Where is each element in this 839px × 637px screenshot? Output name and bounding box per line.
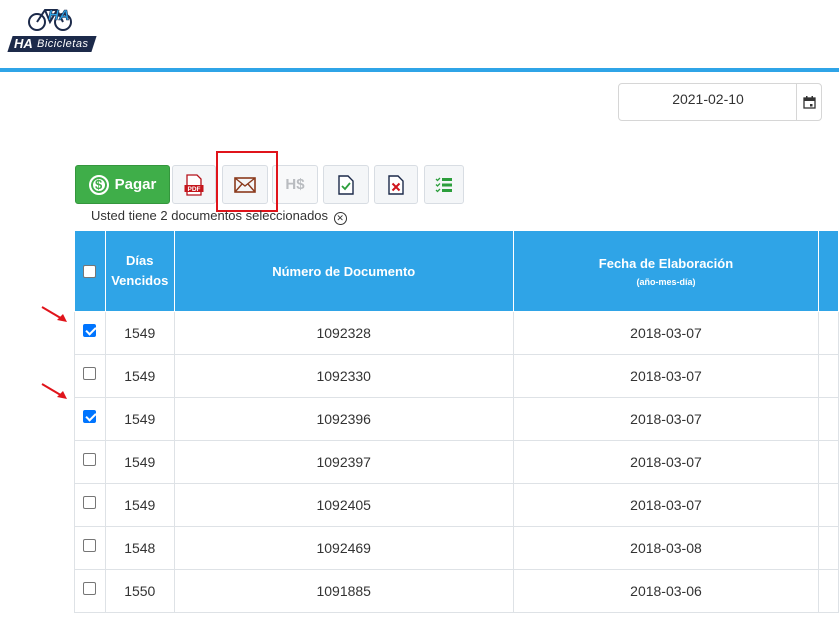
header-numero-documento[interactable]: Número de Documento <box>173 230 514 312</box>
fecha-cell: 2018-03-07 <box>512 354 820 398</box>
approve-document-button[interactable] <box>323 165 369 204</box>
arrow-icon <box>41 306 67 322</box>
dias-cell: 1549 <box>104 311 175 355</box>
reject-document-button[interactable] <box>374 165 418 204</box>
fecha-cell: 2018-03-07 <box>512 483 820 527</box>
header-fecha-elaboracion[interactable]: Fecha de Elaboración (año-mes-día) <box>512 230 820 312</box>
table-row[interactable]: 1549 1092396 2018-03-07 <box>74 397 839 441</box>
row-checkbox[interactable] <box>83 452 97 466</box>
extra-cell <box>818 354 839 398</box>
numero-cell: 1091885 <box>173 569 514 613</box>
numero-cell: 1092330 <box>173 354 514 398</box>
svg-text:PDF: PDF <box>188 186 201 193</box>
close-circle-icon[interactable]: ✕ <box>333 212 347 225</box>
select-all-checkbox[interactable] <box>83 265 97 279</box>
arrow-icon <box>41 383 67 399</box>
numero-cell: 1092328 <box>173 311 514 355</box>
numero-cell: 1092469 <box>173 526 514 570</box>
extra-cell <box>818 569 839 613</box>
header-numero-label: Número de Documento <box>272 263 416 279</box>
numero-cell: 1092396 <box>173 397 514 441</box>
bicycle-icon: HA <box>28 7 72 31</box>
fecha-cell: 2018-03-07 <box>512 397 820 441</box>
row-select-cell <box>74 483 106 527</box>
table-row[interactable]: 1550 1091885 2018-03-06 <box>74 569 839 613</box>
header-fecha-format: (año-mes-día) <box>636 276 696 287</box>
pdf-button[interactable]: PDF <box>172 165 216 204</box>
brand-mark: HA <box>14 36 33 51</box>
table-row[interactable]: 1548 1092469 2018-03-08 <box>74 526 839 570</box>
table-row[interactable]: 1549 1092328 2018-03-07 <box>74 311 839 355</box>
select-all-header <box>74 230 106 312</box>
table-row[interactable]: 1549 1092397 2018-03-07 <box>74 440 839 484</box>
row-checkbox[interactable] <box>83 323 97 337</box>
email-button-highlight <box>216 151 278 212</box>
dias-cell: 1549 <box>104 440 175 484</box>
pdf-icon: PDF <box>184 173 204 196</box>
brand-name: Bicicletas <box>37 38 89 50</box>
row-checkbox[interactable] <box>83 409 97 423</box>
row-select-cell <box>74 526 106 570</box>
selection-status: Usted tiene 2 documentos seleccionados ✕ <box>91 208 347 225</box>
selection-message: Usted tiene 2 documentos seleccionados <box>91 208 329 223</box>
extra-cell <box>818 311 839 355</box>
documents-table: Días Vencidos Número de Documento Fecha … <box>74 230 839 613</box>
row-checkbox[interactable] <box>83 538 97 552</box>
dias-cell: 1549 <box>104 354 175 398</box>
row-checkbox[interactable] <box>83 366 97 380</box>
fecha-cell: 2018-03-07 <box>512 440 820 484</box>
fecha-cell: 2018-03-08 <box>512 526 820 570</box>
row-select-cell <box>74 569 106 613</box>
document-check-icon <box>338 174 354 195</box>
dias-cell: 1549 <box>104 397 175 441</box>
row-checkbox[interactable] <box>83 495 97 509</box>
hs-button-label: H$ <box>285 176 305 193</box>
date-input[interactable]: 2021-02-10 <box>619 84 797 120</box>
header: HA HA Bicicletas <box>0 0 839 69</box>
numero-cell: 1092397 <box>173 440 514 484</box>
row-select-cell <box>74 440 106 484</box>
dias-cell: 1549 <box>104 483 175 527</box>
header-dias-label: Días Vencidos <box>111 253 169 288</box>
header-next-column <box>818 230 839 312</box>
hs-button[interactable]: H$ <box>272 165 318 204</box>
fecha-cell: 2018-03-07 <box>512 311 820 355</box>
extra-cell <box>818 440 839 484</box>
header-divider <box>0 68 839 72</box>
fecha-cell: 2018-03-06 <box>512 569 820 613</box>
pay-button-label: Pagar <box>114 176 157 193</box>
row-select-cell <box>74 311 106 355</box>
date-picker[interactable]: 2021-02-10 <box>618 83 822 121</box>
table-header-row: Días Vencidos Número de Documento Fecha … <box>74 230 839 312</box>
extra-cell <box>818 397 839 441</box>
dollar-coin-icon: $ <box>88 174 109 195</box>
extra-cell <box>818 483 839 527</box>
document-x-icon <box>388 174 404 195</box>
pay-button[interactable]: $ Pagar <box>75 165 170 204</box>
dias-cell: 1548 <box>104 526 175 570</box>
calendar-icon <box>803 95 816 109</box>
calendar-button[interactable] <box>796 84 822 120</box>
dias-cell: 1550 <box>104 569 175 613</box>
brand-logo[interactable]: HA HA Bicicletas <box>7 4 97 52</box>
row-select-cell <box>74 354 106 398</box>
table-row[interactable]: 1549 1092330 2018-03-07 <box>74 354 839 398</box>
extra-cell <box>818 526 839 570</box>
row-select-cell <box>74 397 106 441</box>
row-checkbox[interactable] <box>83 581 97 595</box>
header-fecha-label: Fecha de Elaboración <box>598 255 734 271</box>
checklist-button[interactable] <box>424 165 464 204</box>
table-row[interactable]: 1549 1092405 2018-03-07 <box>74 483 839 527</box>
svg-text:HA: HA <box>48 7 70 24</box>
numero-cell: 1092405 <box>173 483 514 527</box>
header-dias-vencidos[interactable]: Días Vencidos <box>104 230 175 312</box>
checklist-icon <box>435 177 452 192</box>
